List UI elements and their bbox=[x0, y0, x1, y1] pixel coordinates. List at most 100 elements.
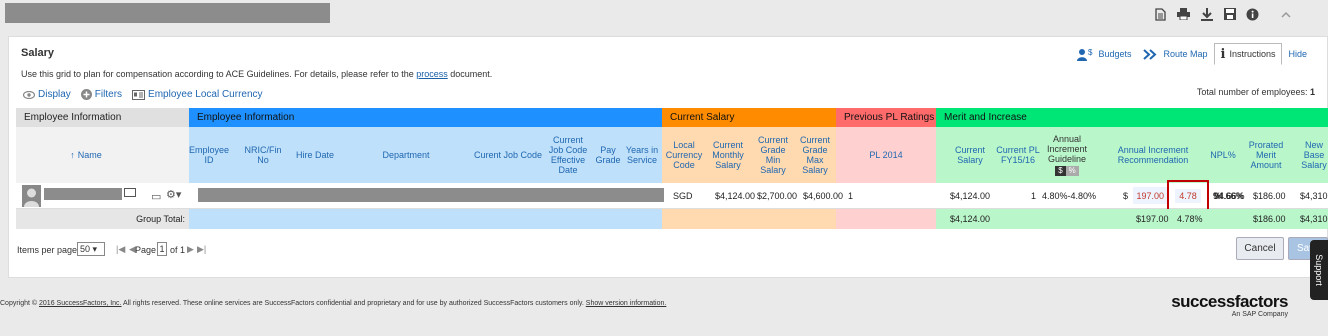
cell-grade-min: $2,700.00 bbox=[757, 191, 798, 201]
col-name[interactable]: ↑ Name bbox=[56, 127, 116, 183]
budgets-link[interactable]: $ Budgets bbox=[1071, 43, 1137, 65]
avatar[interactable] bbox=[22, 185, 41, 207]
col-grade-min[interactable]: Current Grade Min Salary bbox=[753, 127, 793, 183]
cell-currency: SGD bbox=[673, 191, 693, 201]
panel-note: Use this grid to plan for compensation a… bbox=[21, 69, 493, 79]
last-page-icon[interactable]: ▶| bbox=[197, 244, 206, 255]
total-row: Group Total: bbox=[16, 209, 189, 229]
footer: Copyright © 2016 SuccessFactors, Inc. Al… bbox=[0, 300, 667, 307]
cell-rec-dollar: $ bbox=[1123, 191, 1129, 201]
next-page-icon[interactable]: ▶ bbox=[187, 244, 194, 255]
toggle-dollar[interactable]: $ bbox=[1055, 166, 1066, 176]
first-page-icon[interactable]: |◀ bbox=[116, 244, 125, 255]
year-link[interactable]: 2016 SuccessFactors, Inc. bbox=[39, 300, 121, 307]
group-header-current-salary: Current Salary bbox=[662, 108, 836, 127]
sort-up-icon: ↑ bbox=[70, 150, 75, 160]
chevron-up-icon[interactable] bbox=[1279, 7, 1292, 21]
instructions-icon: i bbox=[1220, 46, 1226, 62]
total-bg-salary bbox=[662, 209, 836, 229]
col-department[interactable]: Department bbox=[371, 127, 441, 183]
recommendation-percent-input[interactable]: 4.78 bbox=[1167, 180, 1209, 211]
total-rec-amount: $197.00 bbox=[1136, 214, 1169, 224]
total-bg-pl bbox=[836, 209, 936, 229]
panel-links: $ Budgets Route Map i Instructions Hide bbox=[1071, 43, 1313, 65]
col-pay-grade[interactable]: Pay Grade bbox=[594, 127, 622, 183]
cell-pl2014: 1 bbox=[848, 191, 854, 201]
employee-count: Total number of employees: 1 bbox=[1196, 87, 1315, 97]
group-header-merit: Merit and Increase bbox=[936, 108, 1328, 127]
cell-current-pl: 1 bbox=[1031, 191, 1037, 201]
col-prorated[interactable]: Prorated Merit Amount bbox=[1244, 127, 1288, 183]
group-header-employee-info-2: Employee Information bbox=[189, 108, 662, 127]
support-tab[interactable]: Support bbox=[1310, 240, 1328, 300]
info-icon[interactable] bbox=[1246, 7, 1259, 21]
redacted-employee-name bbox=[44, 188, 122, 200]
col-recommendation[interactable]: Annual Increment Recommendation bbox=[1108, 127, 1198, 183]
route-map-icon bbox=[1143, 48, 1157, 60]
print-icon[interactable] bbox=[1177, 7, 1190, 21]
group-header-previous-pl: Previous PL Ratings bbox=[836, 108, 936, 127]
budgets-icon: $ bbox=[1077, 48, 1093, 61]
cell-grade-max: $4,600.00 bbox=[803, 191, 844, 201]
col-job-code-effective[interactable]: Current Job Code Effective Date bbox=[546, 127, 590, 183]
recommendation-amount-input[interactable]: 197.00 bbox=[1133, 187, 1167, 204]
total-prorated: $186.00 bbox=[1253, 214, 1286, 224]
col-employee-id[interactable]: Employee ID bbox=[189, 127, 229, 183]
col-local-currency[interactable]: Local Currency Code bbox=[664, 127, 704, 183]
salary-panel: Salary Use this grid to plan for compens… bbox=[8, 36, 1328, 278]
grid-toolbar: Display Filters Employee Local Currency bbox=[23, 89, 263, 100]
cancel-button[interactable]: Cancel bbox=[1236, 237, 1284, 260]
col-pl2014[interactable]: PL 2014 bbox=[846, 127, 926, 183]
total-current-salary: $4,124.00 bbox=[950, 214, 991, 224]
instructions-tab[interactable]: i Instructions bbox=[1213, 43, 1283, 65]
col-monthly-salary[interactable]: Current Monthly Salary bbox=[708, 127, 748, 183]
svg-text:$: $ bbox=[1088, 48, 1093, 57]
top-bar bbox=[0, 0, 1328, 30]
process-link[interactable]: process bbox=[416, 69, 448, 79]
redacted-title bbox=[5, 3, 330, 23]
col-npl[interactable]: NPL% bbox=[1208, 127, 1238, 183]
hide-link[interactable]: Hide bbox=[1282, 43, 1313, 65]
profile-card-icon[interactable] bbox=[124, 188, 136, 197]
gear-icon[interactable]: ⚙▾ bbox=[166, 188, 181, 201]
cell-guideline: 4.80%-4.80% bbox=[1042, 191, 1097, 201]
salary-grid: Employee Information Employee Informatio… bbox=[16, 108, 1328, 230]
items-per-page-select[interactable]: 50 ▾ bbox=[77, 242, 105, 256]
col-current-salary[interactable]: Current Salary bbox=[948, 127, 992, 183]
save-icon[interactable] bbox=[1223, 7, 1236, 21]
total-rec-pct: 4.78% bbox=[1177, 214, 1203, 224]
comment-icon[interactable]: ▭ bbox=[151, 190, 161, 203]
document-icon[interactable] bbox=[1154, 7, 1167, 21]
col-years[interactable]: Years in Service bbox=[624, 127, 660, 183]
top-icons bbox=[1154, 7, 1292, 21]
display-button[interactable]: Display bbox=[23, 89, 71, 100]
total-bg-employee bbox=[189, 209, 662, 229]
page-title: Salary bbox=[21, 47, 55, 59]
group-header-employee-info: Employee Information bbox=[16, 108, 189, 127]
local-currency-button[interactable]: Employee Local Currency bbox=[132, 89, 263, 100]
brand-logo: successfactors An SAP Company bbox=[1171, 292, 1288, 318]
eye-icon bbox=[23, 90, 35, 99]
route-map-link[interactable]: Route Map bbox=[1137, 43, 1213, 65]
pager: Items per page 50 ▾ |◀ ◀ Page 1 of 1 ▶ ▶… bbox=[17, 242, 207, 256]
col-new-base[interactable]: New Base Salary bbox=[1294, 127, 1328, 183]
toggle-percent[interactable]: % bbox=[1065, 166, 1079, 176]
col-job-code[interactable]: Curent Job Code bbox=[468, 127, 548, 183]
version-link[interactable]: Show version information. bbox=[586, 300, 667, 307]
cell-prorated: $186.00 bbox=[1253, 191, 1286, 201]
download-icon[interactable] bbox=[1200, 7, 1213, 21]
col-guideline[interactable]: Annual Increment Guideline $% bbox=[1042, 127, 1092, 183]
plus-circle-icon bbox=[80, 89, 92, 100]
id-card-icon bbox=[132, 89, 146, 100]
cell-current-salary: $4,124.00 bbox=[950, 191, 991, 201]
col-grade-max[interactable]: Current Grade Max Salary bbox=[796, 127, 834, 183]
cell-monthly: $4,124.00 bbox=[715, 191, 756, 201]
page-input[interactable]: 1 bbox=[157, 242, 167, 256]
cell-new-base: $4,310. bbox=[1300, 191, 1328, 201]
col-hire-date[interactable]: Hire Date bbox=[292, 127, 338, 183]
redacted-employee-details bbox=[198, 188, 664, 202]
col-current-pl[interactable]: Current PL FY15/16 bbox=[996, 127, 1040, 183]
total-new-base: $4,310.0 bbox=[1300, 214, 1328, 224]
filters-button[interactable]: Filters bbox=[80, 89, 122, 100]
col-nric[interactable]: NRIC/Fin No bbox=[242, 127, 284, 183]
